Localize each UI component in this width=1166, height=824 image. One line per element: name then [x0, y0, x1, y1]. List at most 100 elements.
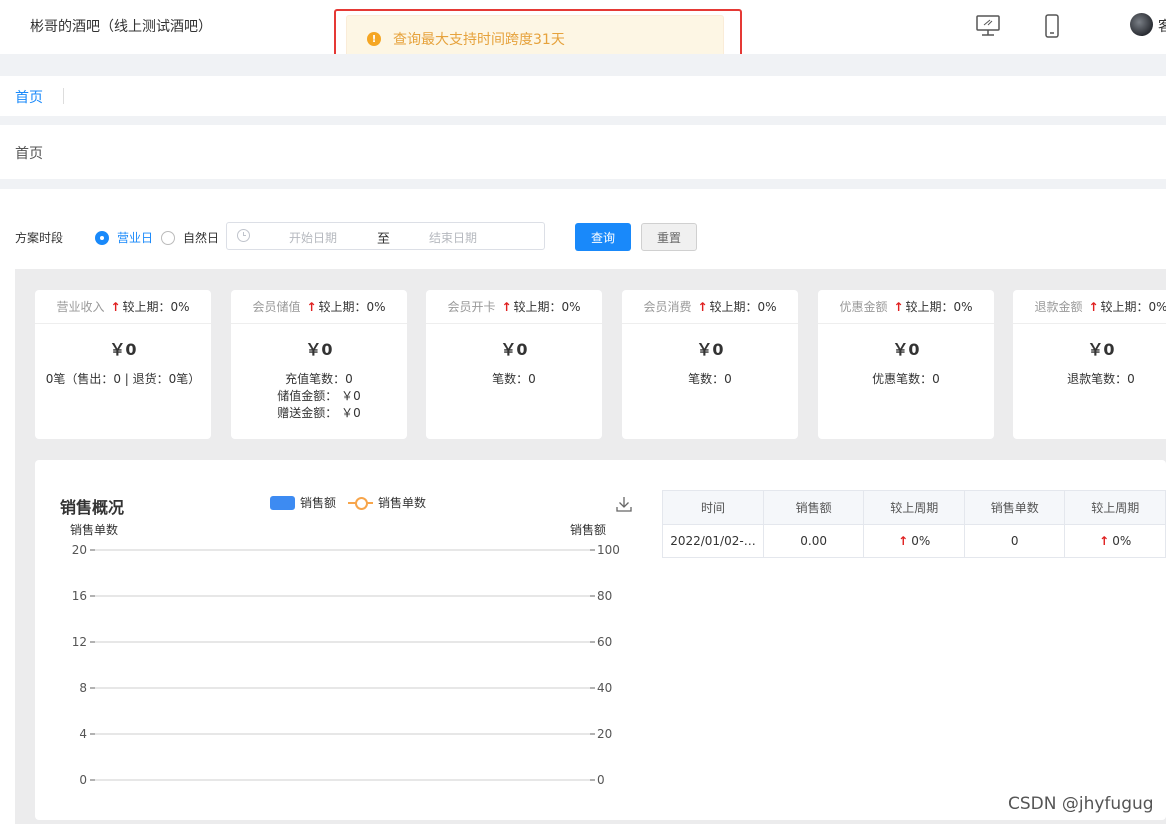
card-header: 营业收入 ↑ 较上期：0% — [35, 290, 211, 324]
card-header: 退款金额 ↑ 较上期：0% — [1013, 290, 1166, 324]
card-label: 会员消费 — [643, 300, 692, 314]
card-details: 充值笔数：0 储值金额： ￥0 赠送金额： ￥0 — [231, 371, 407, 422]
right-tick-label: 0 — [597, 773, 605, 787]
filter-bar: 方案时段 营业日 自然日 开始日期 至 结束日期 查询 重置 — [0, 189, 1166, 269]
card-compare: 较上期：0% — [122, 300, 190, 314]
card-compare: 较上期：0% — [318, 300, 386, 314]
toast-message: 查询最大支持时间跨度31天 — [393, 32, 565, 48]
card-value: ￥0 — [892, 340, 920, 359]
radio-dot[interactable] — [161, 230, 175, 245]
radio-label: 自然日 — [183, 231, 220, 245]
card-header: 会员消费 ↑ 较上期：0% — [622, 290, 798, 324]
warning-icon: ! — [367, 32, 381, 46]
up-arrow-icon: ↑ — [893, 299, 904, 314]
table-header: 较上周期 — [1064, 490, 1166, 525]
radio-label: 营业日 — [117, 231, 154, 245]
card-detail-line: 笔数：0 — [492, 372, 536, 386]
radio-dot[interactable] — [95, 230, 109, 245]
divider — [0, 54, 1166, 76]
table-cell-value: 0% — [911, 534, 931, 548]
up-arrow-icon: ↑ — [898, 534, 909, 548]
table-header: 销售额 — [762, 490, 865, 525]
card-compare: 较上期：0% — [513, 300, 581, 314]
stat-card-refund: 退款金额 ↑ 较上期：0% ￥0 退款笔数：0 — [1013, 290, 1166, 439]
left-tick-label: 8 — [79, 681, 87, 695]
sales-chart: 0 4 8 12 16 20 0 20 40 60 80 100 — [72, 543, 620, 787]
table-cell: 2022/01/02-… — [662, 524, 764, 558]
card-detail-line: 赠送金额： ￥0 — [277, 406, 361, 420]
user-name[interactable]: 客 — [1158, 16, 1166, 36]
card-header: 优惠金额 ↑ 较上期：0% — [818, 290, 994, 324]
table-cell: ↑ 0% — [863, 524, 965, 558]
card-details: 笔数：0 — [622, 371, 798, 388]
card-label: 优惠金额 — [839, 300, 888, 314]
breadcrumb-home: 首页 — [15, 146, 43, 162]
mobile-icon[interactable] — [1038, 12, 1066, 40]
card-details: 退款笔数：0 — [1013, 371, 1166, 388]
radio-natural-day[interactable]: 自然日 — [161, 229, 219, 246]
tab-bar: 首页 — [0, 76, 1166, 116]
card-label: 营业收入 — [56, 300, 105, 314]
up-arrow-icon: ↑ — [501, 299, 512, 314]
desktop-icon[interactable] — [974, 12, 1002, 40]
card-detail-line: 充值笔数：0 — [285, 372, 353, 386]
table-cell: ↑ 0% — [1064, 524, 1166, 558]
table-cell-value: 0% — [1112, 534, 1132, 548]
table-row: 2022/01/02-… 0.00 ↑ 0% 0 ↑ 0% — [662, 524, 1166, 558]
stat-card-member-deposit: 会员储值 ↑ 较上期：0% ￥0 充值笔数：0 储值金额： ￥0 赠送金额： ￥0 — [231, 290, 407, 439]
table-header: 较上周期 — [863, 490, 965, 525]
up-arrow-icon: ↑ — [697, 299, 708, 314]
stat-card-member-open: 会员开卡 ↑ 较上期：0% ￥0 笔数：0 — [426, 290, 602, 439]
card-detail-line: 优惠笔数：0 — [872, 372, 940, 386]
card-value: ￥0 — [305, 340, 333, 359]
card-label: 退款金额 — [1034, 300, 1083, 314]
card-detail-line: 笔数：0 — [688, 372, 732, 386]
right-tick-label: 40 — [597, 681, 612, 695]
left-tick-label: 4 — [79, 727, 87, 741]
right-tick-label: 100 — [597, 543, 620, 557]
left-tick-label: 20 — [72, 543, 87, 557]
up-arrow-icon: ↑ — [1099, 534, 1110, 548]
card-compare: 较上期：0% — [905, 300, 973, 314]
divider — [0, 116, 1166, 125]
card-header: 会员储值 ↑ 较上期：0% — [231, 290, 407, 324]
radio-business-day[interactable]: 营业日 — [95, 229, 153, 246]
card-value: ￥0 — [500, 340, 528, 359]
period-label: 方案时段 — [15, 231, 64, 245]
card-details: 优惠笔数：0 — [818, 371, 994, 388]
date-range-picker[interactable]: 开始日期 至 结束日期 — [226, 222, 545, 250]
card-compare: 较上期：0% — [1100, 300, 1166, 314]
card-value: ￥0 — [1087, 340, 1115, 359]
tab-separator — [63, 88, 64, 104]
table-cell: 0.00 — [762, 524, 865, 558]
end-date-input[interactable]: 结束日期 — [429, 229, 477, 246]
breadcrumb: 首页 — [0, 125, 1166, 179]
table-cell: 0 — [963, 524, 1066, 558]
card-header: 会员开卡 ↑ 较上期：0% — [426, 290, 602, 324]
up-arrow-icon: ↑ — [1088, 299, 1099, 314]
card-detail-line: 储值金额： ￥0 — [277, 389, 361, 403]
card-label: 会员开卡 — [447, 300, 496, 314]
tab-home[interactable]: 首页 — [15, 87, 43, 107]
right-tick-label: 80 — [597, 589, 612, 603]
stat-card-revenue: 营业收入 ↑ 较上期：0% ￥0 0笔（售出：0 | 退货：0笔） — [35, 290, 211, 439]
right-tick-label: 20 — [597, 727, 612, 741]
avatar[interactable] — [1130, 13, 1153, 36]
card-value: ￥0 — [696, 340, 724, 359]
start-date-input[interactable]: 开始日期 — [289, 229, 337, 246]
watermark: CSDN @jhyfugug — [1008, 794, 1154, 814]
left-tick-label: 0 — [79, 773, 87, 787]
card-compare: 较上期：0% — [709, 300, 777, 314]
card-details: 0笔（售出：0 | 退货：0笔） — [35, 371, 211, 388]
stat-card-discount: 优惠金额 ↑ 较上期：0% ￥0 优惠笔数：0 — [818, 290, 994, 439]
card-detail-line: 退款笔数：0 — [1067, 372, 1135, 386]
table-header-row: 时间 销售额 较上周期 销售单数 较上周期 — [662, 490, 1166, 525]
card-detail-line: 0笔（售出：0 | 退货：0笔） — [45, 372, 201, 386]
query-button[interactable]: 查询 — [575, 223, 631, 251]
up-arrow-icon: ↑ — [306, 299, 317, 314]
card-value: ￥0 — [109, 340, 137, 359]
right-tick-label: 60 — [597, 635, 612, 649]
left-tick-label: 16 — [72, 589, 87, 603]
sales-table: 时间 销售额 较上周期 销售单数 较上周期 2022/01/02-… 0.00 … — [662, 490, 1166, 558]
reset-button[interactable]: 重置 — [641, 223, 697, 251]
